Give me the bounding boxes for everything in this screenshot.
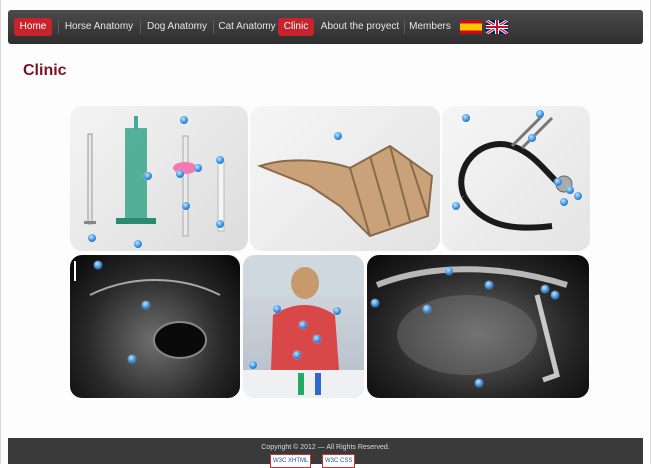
copyright-text: Copyright © 2012 — All Rights Reserved. xyxy=(261,444,390,451)
hotspot[interactable] xyxy=(445,267,453,275)
ultrasound-image[interactable] xyxy=(70,255,240,398)
hotspot[interactable] xyxy=(273,305,281,313)
hotspot[interactable] xyxy=(536,110,544,118)
spain-flag-icon[interactable] xyxy=(460,20,482,34)
syringes-image[interactable] xyxy=(70,106,248,251)
hotspot[interactable] xyxy=(313,335,321,343)
hotspot[interactable] xyxy=(249,361,257,369)
hotspot[interactable] xyxy=(194,164,202,172)
nav-about-the-proyect[interactable]: About the proyect xyxy=(320,18,400,36)
nav-separator xyxy=(58,20,59,34)
stethoscope-illustration xyxy=(458,114,574,231)
hotspot[interactable] xyxy=(485,281,493,289)
hotspot[interactable] xyxy=(128,355,136,363)
hotspot[interactable] xyxy=(554,178,562,186)
hotspot[interactable] xyxy=(180,116,188,124)
nav-home[interactable]: Home xyxy=(14,18,52,36)
main-navigation: Home Horse Anatomy Dog Anatomy Cat Anato… xyxy=(8,10,643,44)
hotspot[interactable] xyxy=(528,134,536,142)
page-title: Clinic xyxy=(23,62,67,79)
footer: Copyright © 2012 — All Rights Reserved. … xyxy=(8,438,643,468)
hotspot[interactable] xyxy=(574,192,582,200)
nav-separator xyxy=(213,20,214,34)
nav-separator xyxy=(140,20,141,34)
hotspot[interactable] xyxy=(293,351,301,359)
xray-illustration xyxy=(375,266,568,383)
nav-members[interactable]: Members xyxy=(408,18,452,36)
hotspot[interactable] xyxy=(560,198,568,206)
hotspot[interactable] xyxy=(475,379,483,387)
hotspot[interactable] xyxy=(144,172,152,180)
hotspot[interactable] xyxy=(566,186,574,194)
hotspot[interactable] xyxy=(216,220,224,228)
hotspot[interactable] xyxy=(299,321,307,329)
hotspot[interactable] xyxy=(452,202,460,210)
hotspot[interactable] xyxy=(216,156,224,164)
ultrasound-illustration xyxy=(74,261,221,359)
w3c-xhtml-badge[interactable]: W3C XHTML xyxy=(270,454,312,468)
hotspot[interactable] xyxy=(462,114,470,122)
hotspot[interactable] xyxy=(423,305,431,313)
hotspot[interactable] xyxy=(88,234,96,242)
hotspot[interactable] xyxy=(182,202,190,210)
xray-image[interactable] xyxy=(367,255,589,398)
nav-separator xyxy=(404,20,405,34)
hotspot[interactable] xyxy=(334,132,342,140)
nav-cat-anatomy[interactable]: Cat Anatomy xyxy=(216,18,278,36)
muzzle-image[interactable] xyxy=(250,106,440,251)
hotspot[interactable] xyxy=(551,291,559,299)
stethoscope-image[interactable] xyxy=(442,106,590,251)
hotspot[interactable] xyxy=(142,301,150,309)
hotspot[interactable] xyxy=(333,307,341,315)
w3c-css-badge[interactable]: W3C CSS xyxy=(322,454,356,468)
hotspot[interactable] xyxy=(176,170,184,178)
syringes-illustration xyxy=(84,116,225,237)
hotspot[interactable] xyxy=(134,240,142,248)
uk-flag-icon[interactable] xyxy=(486,20,508,34)
muzzle-illustration xyxy=(257,144,434,238)
hotspot[interactable] xyxy=(371,299,379,307)
nav-clinic[interactable]: Clinic xyxy=(278,18,314,36)
nav-dog-anatomy[interactable]: Dog Anatomy xyxy=(144,18,210,36)
hotspot[interactable] xyxy=(541,285,549,293)
nav-horse-anatomy[interactable]: Horse Anatomy xyxy=(62,18,136,36)
hotspot[interactable] xyxy=(94,261,102,269)
lab-image[interactable] xyxy=(243,255,364,398)
